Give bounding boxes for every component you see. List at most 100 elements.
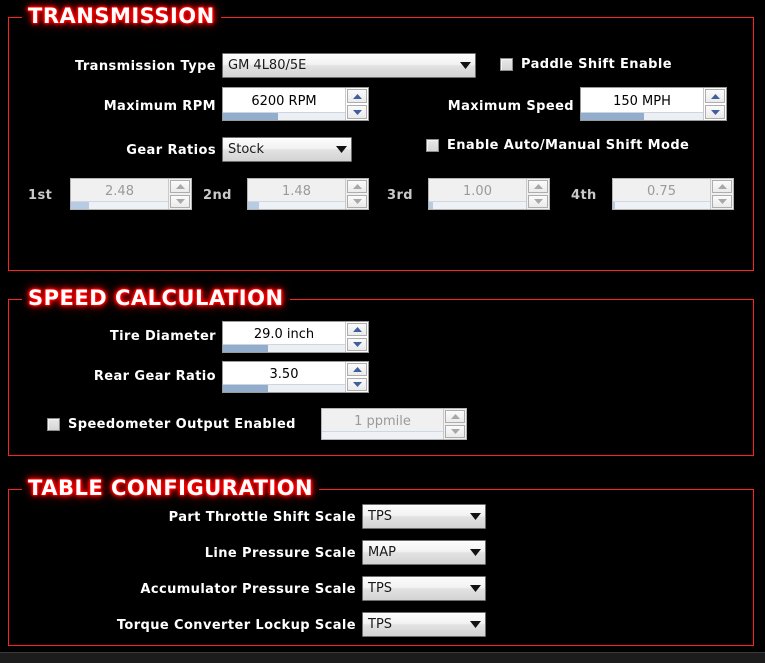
tire-diameter-decrement-button[interactable] [347,338,367,351]
tire-diameter-spinner[interactable]: 29.0 inch [222,321,369,353]
speedometer-output-enabled-row[interactable]: Speedometer Output Enabled [47,417,296,432]
gear-3rd-decrement-button[interactable] [528,195,548,208]
maximum-speed-increment-button[interactable] [705,89,725,103]
gear-2nd-spinner[interactable]: 1.48 [247,178,369,210]
transmission-type-label: Transmission Type [20,59,216,74]
speedometer-ppmile-increment-button[interactable] [445,410,465,423]
rear-gear-ratio-field[interactable]: 3.50 [223,362,345,392]
maximum-speed-fill [581,113,644,120]
chevron-down-icon [331,146,351,153]
maximum-rpm-label: Maximum RPM [20,99,216,114]
speedometer-ppmile-stepper[interactable] [443,409,466,439]
maximum-rpm-fill [223,113,278,120]
gear-4th-label: 4th [571,188,597,203]
gear-2nd-track [248,201,345,209]
auto-manual-shift-mode-row[interactable]: Enable Auto/Manual Shift Mode [426,138,689,153]
gear-2nd-label: 2nd [203,188,232,203]
tire-diameter-field[interactable]: 29.0 inch [223,322,345,352]
tire-diameter-fill [223,345,268,352]
gear-1st-field[interactable]: 2.48 [71,179,168,209]
gear-4th-field[interactable]: 0.75 [613,179,710,209]
maximum-speed-track [581,112,703,120]
maximum-rpm-track [223,112,345,120]
maximum-speed-label: Maximum Speed [380,99,574,114]
gear-1st-track [71,201,168,209]
tire-diameter-value: 29.0 inch [254,328,314,341]
gear-4th-track [613,201,710,209]
accumulator-pressure-scale-value: TPS [363,582,465,595]
rear-gear-ratio-fill [223,385,268,392]
tire-diameter-label: Tire Diameter [20,329,216,344]
speedometer-ppmile-field[interactable]: 1 ppmile [322,409,443,439]
auto-manual-shift-mode-checkbox[interactable] [426,139,439,152]
paddle-shift-enable-checkbox[interactable] [500,58,513,71]
rear-gear-ratio-label: Rear Gear Ratio [20,369,216,384]
transmission-section-title: TRANSMISSION [22,3,221,29]
gear-3rd-label: 3rd [387,188,413,203]
transmission-type-dropdown[interactable]: GM 4L80/5E [222,53,476,78]
gear-3rd-stepper[interactable] [526,179,549,209]
gear-1st-value: 2.48 [105,185,134,198]
gear-2nd-decrement-button[interactable] [347,195,367,208]
gear-3rd-field[interactable]: 1.00 [429,179,526,209]
gear-2nd-fill [248,202,259,209]
speedometer-ppmile-decrement-button[interactable] [445,425,465,438]
tire-diameter-track [223,344,345,352]
gear-4th-increment-button[interactable] [712,180,732,193]
gear-2nd-stepper[interactable] [345,179,368,209]
gear-1st-spinner[interactable]: 2.48 [70,178,192,210]
gear-3rd-track [429,201,526,209]
gear-3rd-fill [429,202,433,209]
rear-gear-ratio-increment-button[interactable] [347,363,367,376]
rear-gear-ratio-stepper[interactable] [345,362,368,392]
paddle-shift-enable-row[interactable]: Paddle Shift Enable [500,57,672,72]
maximum-rpm-increment-button[interactable] [347,89,367,103]
speedometer-output-enabled-label: Speedometer Output Enabled [68,417,296,432]
line-pressure-scale-value: MAP [363,546,465,559]
gear-2nd-increment-button[interactable] [347,180,367,193]
gear-1st-decrement-button[interactable] [170,195,190,208]
gear-ratios-value: Stock [223,143,331,156]
transmission-type-value: GM 4L80/5E [223,59,455,72]
chevron-down-icon [455,62,475,69]
maximum-rpm-field[interactable]: 6200 RPM [223,88,345,120]
speed-calculation-section-title: SPEED CALCULATION [22,285,290,311]
gear-4th-spinner[interactable]: 0.75 [612,178,734,210]
gear-4th-value: 0.75 [647,185,676,198]
maximum-speed-field[interactable]: 150 MPH [581,88,703,120]
gear-4th-stepper[interactable] [710,179,733,209]
part-throttle-shift-scale-dropdown[interactable]: TPS [362,504,486,529]
rear-gear-ratio-spinner[interactable]: 3.50 [222,361,369,393]
rear-gear-ratio-value: 3.50 [270,368,299,381]
accumulator-pressure-scale-dropdown[interactable]: TPS [362,576,486,601]
maximum-rpm-spinner[interactable]: 6200 RPM [222,87,369,121]
gear-4th-decrement-button[interactable] [712,195,732,208]
gear-3rd-spinner[interactable]: 1.00 [428,178,550,210]
maximum-speed-stepper[interactable] [703,88,726,120]
gear-3rd-value: 1.00 [463,185,492,198]
chevron-down-icon [465,585,485,592]
paddle-shift-enable-label: Paddle Shift Enable [521,57,672,72]
bottom-strip [0,652,765,663]
gear-ratios-dropdown[interactable]: Stock [222,137,352,162]
maximum-speed-value: 150 MPH [613,95,671,108]
gear-1st-stepper[interactable] [168,179,191,209]
maximum-rpm-stepper[interactable] [345,88,368,120]
auto-manual-shift-mode-label: Enable Auto/Manual Shift Mode [447,138,689,153]
maximum-speed-spinner[interactable]: 150 MPH [580,87,727,121]
chevron-down-icon [465,549,485,556]
torque-converter-lockup-scale-dropdown[interactable]: TPS [362,612,486,637]
gear-3rd-increment-button[interactable] [528,180,548,193]
tire-diameter-stepper[interactable] [345,322,368,352]
speedometer-output-enabled-checkbox[interactable] [47,418,60,431]
gear-1st-increment-button[interactable] [170,180,190,193]
maximum-rpm-decrement-button[interactable] [347,105,367,119]
line-pressure-scale-dropdown[interactable]: MAP [362,540,486,565]
speedometer-ppmile-spinner[interactable]: 1 ppmile [321,408,467,440]
table-configuration-section-title: TABLE CONFIGURATION [22,475,319,501]
tire-diameter-increment-button[interactable] [347,323,367,336]
maximum-rpm-value: 6200 RPM [251,95,316,108]
maximum-speed-decrement-button[interactable] [705,105,725,119]
gear-2nd-field[interactable]: 1.48 [248,179,345,209]
rear-gear-ratio-decrement-button[interactable] [347,378,367,391]
